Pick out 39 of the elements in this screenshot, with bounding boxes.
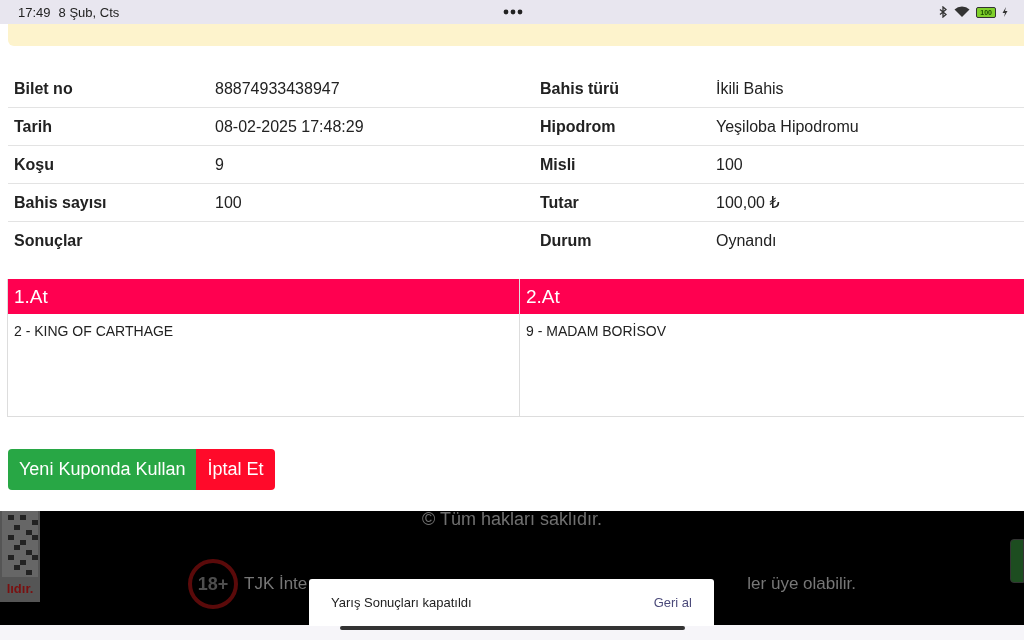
field-label: Sonuçlar [13, 231, 84, 250]
column-header: 1.At [8, 279, 519, 314]
field-label: Koşu [13, 155, 55, 174]
field-label: Durum [539, 231, 593, 250]
copyright-text: © Tüm hakları saklıdır. [422, 511, 602, 527]
column-header: 2.At [520, 279, 1024, 314]
field-label: Bilet no [13, 79, 74, 98]
bluetooth-icon [939, 6, 949, 18]
notice-text: TJK İnte [244, 574, 308, 594]
field-value: 100 [214, 193, 243, 212]
field-value: İkili Bahis [715, 79, 785, 98]
notice-text: ler üye olabilir. [747, 574, 856, 594]
undo-link[interactable]: Geri al [653, 595, 692, 610]
field-value: 88874933438947 [214, 79, 341, 98]
more-dots-icon [503, 9, 523, 15]
age-badge: 18+ [188, 559, 238, 609]
reuse-button[interactable]: Yeni Kuponda Kullan [8, 449, 197, 490]
field-value: 100 [715, 155, 744, 174]
field-label: Tutar [539, 193, 580, 212]
field-value: Oynandı [715, 231, 778, 250]
date: 8 Şub, Cts [58, 4, 120, 20]
clock: 17:49 [18, 4, 51, 20]
wifi-icon [954, 6, 971, 18]
field-label: Hipodrom [539, 117, 617, 136]
table-cell-text: 2 - KING OF CARTHAGE [13, 322, 175, 341]
field-label: Bahis türü [539, 79, 621, 98]
charging-icon [1002, 7, 1008, 17]
field-label: Misli [539, 155, 577, 174]
field-label: Tarih [13, 117, 53, 136]
table-cell-text: 9 - MADAM BORİSOV [525, 322, 668, 341]
caption: lıdır. [6, 580, 34, 598]
field-value: 08-02-2025 17:48:29 [214, 117, 365, 136]
field-value: 9 [214, 155, 225, 174]
field-value: Yeşiloba Hipodromu [715, 117, 860, 136]
home-handle[interactable] [339, 625, 685, 630]
snackbar-message: Yarış Sonuçları kapatıldı [331, 595, 472, 610]
field-label: Bahis sayısı [13, 193, 108, 212]
field-value: 100,00 ₺ [715, 193, 781, 212]
cancel-button[interactable]: İptal Et [196, 449, 275, 490]
